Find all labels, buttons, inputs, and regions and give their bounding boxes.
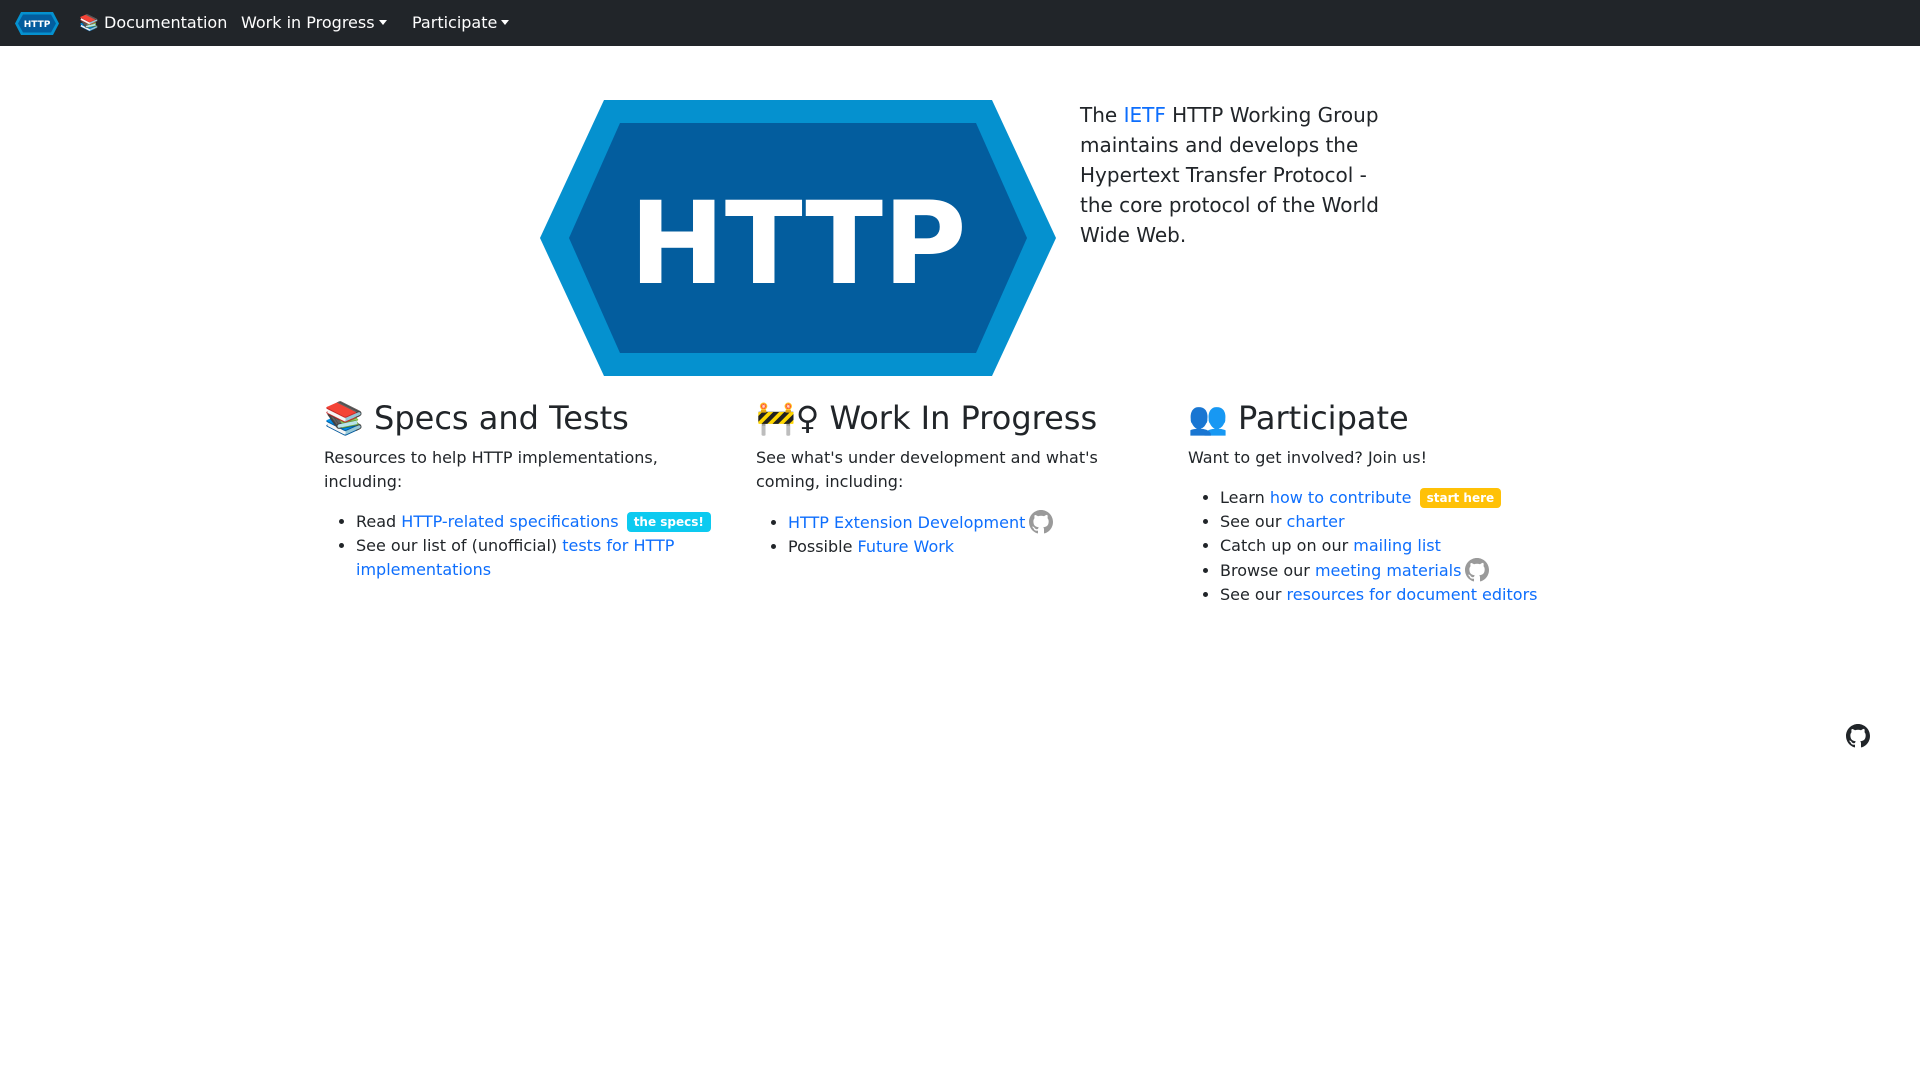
chevron-down-icon [501,20,510,25]
list-item-text: Possible [788,537,858,556]
nav-work-in-progress-label: Work in Progress [241,13,375,32]
meeting-materials-link[interactable]: meeting materials [1315,561,1462,580]
list-item: See our charter [1220,510,1598,534]
wip-heading: 🚧♀ Work In Progress [756,399,1098,437]
list-item-text: Catch up on our [1220,536,1354,555]
specs-list: Read HTTP-related specifications the spe… [324,510,734,582]
start-here-badge: start here [1419,488,1502,508]
nav-participate-label: Participate [412,13,498,32]
list-item: Learn how to contribute start here [1220,486,1598,510]
list-item-text: See our [1220,585,1287,604]
github-icon[interactable] [1029,510,1054,534]
list-item-text: Read [356,512,402,531]
list-item: Catch up on our mailing list [1220,534,1598,558]
participate-heading: 👥 Participate [1188,399,1409,437]
list-item: See our resources for document editors [1220,583,1598,607]
github-icon[interactable] [1846,724,1870,748]
ietf-link[interactable]: IETF [1124,103,1166,127]
participate-list: Learn how to contribute start here See o… [1188,486,1598,607]
list-item: Possible Future Work [788,535,1166,559]
wip-section: 🚧♀ Work In Progress See what's under dev… [756,393,1166,559]
list-item: Read HTTP-related specifications the spe… [356,510,734,534]
participate-section: 👥 Participate Want to get involved? Join… [1188,393,1598,607]
the-specs-badge: the specs! [626,512,711,532]
nav-logo-text: HTTP [24,20,51,30]
resources-for-editors-link[interactable]: resources for document editors [1287,585,1538,604]
http-specifications-link[interactable]: HTTP-related specifications [401,512,618,531]
mailing-list-link[interactable]: mailing list [1353,536,1441,555]
hero-intro-before: The [1080,103,1124,127]
http-extension-development-link[interactable]: HTTP Extension Development [788,513,1025,532]
list-item: Browse our meeting materials [1220,558,1598,583]
top-navbar: HTTP 📚 Documentation Work in Progress Pa… [0,0,1920,46]
list-item-text: Browse our [1220,561,1315,580]
future-work-link[interactable]: Future Work [858,537,955,556]
github-icon[interactable] [1465,558,1490,582]
wip-description: See what's under development and what's … [756,448,1098,491]
hero-logo-text: HTTP [629,177,966,310]
http-hero-logo: HTTP [540,100,1056,376]
list-item: HTTP Extension Development [788,510,1166,535]
specs-section: 📚 Specs and Tests Resources to help HTTP… [324,393,734,582]
charter-link[interactable]: charter [1287,512,1345,531]
chevron-down-icon [378,20,387,25]
list-item-text: See our list of (unofficial) [356,536,563,555]
list-item-text: See our [1220,512,1287,531]
participate-description: Want to get involved? Join us! [1188,448,1428,467]
wip-list: HTTP Extension Development Possible Futu… [756,510,1166,559]
nav-participate-dropdown[interactable]: Participate [412,0,510,46]
nav-documentation-link[interactable]: 📚 Documentation [79,0,227,46]
nav-work-in-progress-dropdown[interactable]: Work in Progress [241,0,387,46]
specs-description: Resources to help HTTP implementations, … [324,448,658,491]
list-item: See our list of (unofficial) tests for H… [356,534,734,582]
specs-heading: 📚 Specs and Tests [324,399,629,437]
list-item-text: Learn [1220,488,1270,507]
hero-intro-text: The IETF HTTP Working Group maintains an… [1080,100,1380,250]
how-to-contribute-link[interactable]: how to contribute [1270,488,1412,507]
http-logo-icon[interactable]: HTTP [15,12,59,35]
